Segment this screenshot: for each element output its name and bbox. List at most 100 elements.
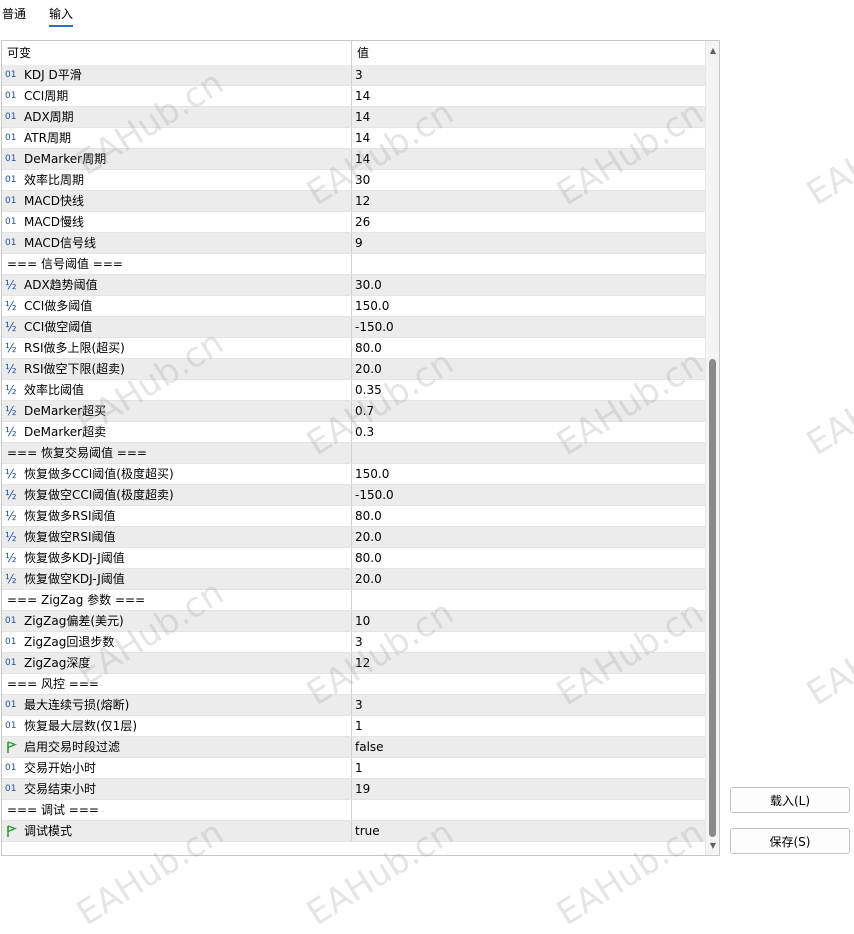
input-row[interactable]: 01 ZigZag偏差(美元) 10 (2, 611, 705, 632)
input-value[interactable]: 20.0 (355, 569, 705, 589)
input-row[interactable]: 01 ADX周期 14 (2, 107, 705, 128)
input-value[interactable] (355, 674, 705, 694)
input-name-cell: 01 交易开始小时 (2, 758, 352, 778)
grid-rows: 01 KDJ D平滑 3 01 CCI周期 14 01 ADX周期 14 01 ATR周期 14 01 D… (2, 65, 705, 842)
input-row[interactable]: ½ RSI做空下限(超卖) 20.0 (2, 359, 705, 380)
tab-inputs[interactable]: 输入 (49, 5, 74, 27)
input-value[interactable]: 1 (355, 716, 705, 736)
input-value[interactable]: 26 (355, 212, 705, 232)
input-row[interactable]: ½ CCI做多阈值 150.0 (2, 296, 705, 317)
input-row[interactable]: ½ 恢复做多RSI阈值 80.0 (2, 506, 705, 527)
input-row[interactable]: 01 CCI周期 14 (2, 86, 705, 107)
section-row[interactable]: === 信号阈值 === (2, 254, 705, 275)
input-name-cell: ½ CCI做多阈值 (2, 296, 352, 316)
input-row[interactable]: 01 MACD快线 12 (2, 191, 705, 212)
input-row[interactable]: 01 ATR周期 14 (2, 128, 705, 149)
input-value[interactable]: true (355, 821, 705, 841)
input-value[interactable]: 9 (355, 233, 705, 253)
input-row[interactable]: ½ 恢复做空KDJ-J阈值 20.0 (2, 569, 705, 590)
double-type-icon: ½ (5, 341, 17, 355)
input-value[interactable]: 14 (355, 107, 705, 127)
input-row[interactable]: ½ 恢复做多CCI阈值(极度超买) 150.0 (2, 464, 705, 485)
input-value[interactable] (355, 590, 705, 610)
input-value[interactable] (355, 800, 705, 820)
input-value[interactable]: 12 (355, 653, 705, 673)
load-button[interactable]: 载入(L) (730, 787, 850, 813)
scroll-down-arrow-icon[interactable]: ▼ (708, 841, 718, 851)
input-row[interactable]: 启用交易时段过滤 false (2, 737, 705, 758)
input-value[interactable]: 3 (355, 695, 705, 715)
input-value[interactable]: 20.0 (355, 527, 705, 547)
input-row[interactable]: ½ DeMarker超买 0.7 (2, 401, 705, 422)
input-value[interactable]: 150.0 (355, 464, 705, 484)
input-row[interactable]: ½ CCI做空阈值 -150.0 (2, 317, 705, 338)
input-row[interactable]: 调试模式 true (2, 821, 705, 842)
input-row[interactable]: ½ 恢复做空RSI阈值 20.0 (2, 527, 705, 548)
input-value[interactable]: 12 (355, 191, 705, 211)
input-row[interactable]: 01 ZigZag回退步数 3 (2, 632, 705, 653)
input-row[interactable]: ½ 效率比阈值 0.35 (2, 380, 705, 401)
input-row[interactable]: 01 效率比周期 30 (2, 170, 705, 191)
input-row[interactable]: 01 MACD慢线 26 (2, 212, 705, 233)
input-row[interactable]: 01 最大连续亏损(熔断) 3 (2, 695, 705, 716)
save-button[interactable]: 保存(S) (730, 828, 850, 854)
input-value[interactable]: 14 (355, 86, 705, 106)
input-value[interactable]: 14 (355, 128, 705, 148)
input-value[interactable]: 1 (355, 758, 705, 778)
column-header-value[interactable]: 值 (352, 41, 705, 65)
tab-general[interactable]: 普通 (2, 5, 26, 23)
input-name: MACD慢线 (24, 215, 84, 229)
input-value[interactable]: 0.7 (355, 401, 705, 421)
input-value[interactable]: 0.3 (355, 422, 705, 442)
input-row[interactable]: 01 ZigZag深度 12 (2, 653, 705, 674)
input-value[interactable]: 10 (355, 611, 705, 631)
column-header-variable[interactable]: 可变 (2, 41, 352, 65)
scrollbar-thumb[interactable] (709, 359, 716, 837)
input-value[interactable]: 3 (355, 632, 705, 652)
input-row[interactable]: 01 交易开始小时 1 (2, 758, 705, 779)
section-row[interactable]: === 恢复交易阈值 === (2, 443, 705, 464)
input-row[interactable]: 01 DeMarker周期 14 (2, 149, 705, 170)
input-row[interactable]: ½ 恢复做多KDJ-J阈值 80.0 (2, 548, 705, 569)
input-row[interactable]: 01 KDJ D平滑 3 (2, 65, 705, 86)
input-row[interactable]: 01 交易结束小时 19 (2, 779, 705, 800)
section-row[interactable]: === 调试 === (2, 800, 705, 821)
input-name: DeMarker周期 (24, 152, 107, 166)
input-value[interactable]: 20.0 (355, 359, 705, 379)
input-name-cell: ½ ADX趋势阈值 (2, 275, 352, 295)
vertical-scrollbar[interactable]: ▲ ▼ (705, 41, 719, 855)
input-name: ADX周期 (24, 110, 74, 124)
input-value[interactable]: 0.35 (355, 380, 705, 400)
input-value[interactable]: 150.0 (355, 296, 705, 316)
input-value[interactable]: -150.0 (355, 485, 705, 505)
input-row[interactable]: ½ DeMarker超卖 0.3 (2, 422, 705, 443)
int-type-icon: 01 (5, 175, 17, 185)
input-value[interactable]: 3 (355, 65, 705, 85)
input-name: 恢复做多CCI阈值(极度超买) (24, 467, 174, 481)
section-row[interactable]: === ZigZag 参数 === (2, 590, 705, 611)
double-type-icon: ½ (5, 488, 17, 502)
input-name: ZigZag偏差(美元) (24, 614, 124, 628)
input-value[interactable] (355, 443, 705, 463)
input-row[interactable]: ½ RSI做多上限(超买) 80.0 (2, 338, 705, 359)
input-value[interactable]: 80.0 (355, 548, 705, 568)
scroll-up-arrow-icon[interactable]: ▲ (708, 46, 718, 56)
input-value[interactable] (355, 254, 705, 274)
input-row[interactable]: 01 恢复最大层数(仅1层) 1 (2, 716, 705, 737)
input-name-cell: 01 KDJ D平滑 (2, 65, 352, 85)
input-value[interactable]: 80.0 (355, 506, 705, 526)
input-value[interactable]: 19 (355, 779, 705, 799)
input-row[interactable]: ½ ADX趋势阈值 30.0 (2, 275, 705, 296)
input-name-cell: ½ RSI做多上限(超买) (2, 338, 352, 358)
section-row[interactable]: === 风控 === (2, 674, 705, 695)
input-value[interactable]: 30.0 (355, 275, 705, 295)
input-name-cell: 01 ZigZag偏差(美元) (2, 611, 352, 631)
input-row[interactable]: ½ 恢复做空CCI阈值(极度超卖) -150.0 (2, 485, 705, 506)
input-value[interactable]: 14 (355, 149, 705, 169)
input-value[interactable]: false (355, 737, 705, 757)
input-value[interactable]: -150.0 (355, 317, 705, 337)
input-value[interactable]: 30 (355, 170, 705, 190)
input-row[interactable]: 01 MACD信号线 9 (2, 233, 705, 254)
input-value[interactable]: 80.0 (355, 338, 705, 358)
int-type-icon: 01 (5, 763, 17, 773)
